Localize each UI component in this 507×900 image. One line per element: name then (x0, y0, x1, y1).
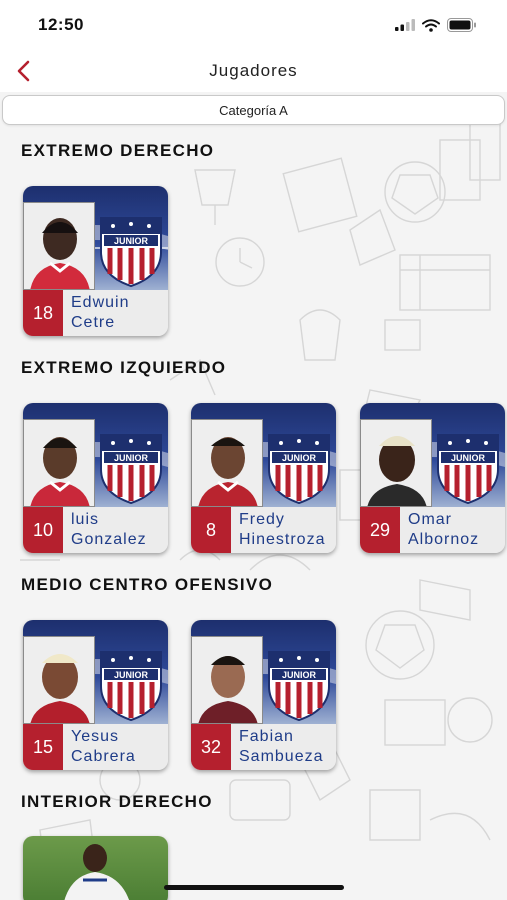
navigation-bar: Jugadores (0, 50, 507, 92)
status-icons (395, 18, 477, 32)
section-title-extremo-izquierdo: EXTREMO IZQUIERDO (21, 358, 227, 377)
junior-crest-icon: JUNIOR (268, 651, 330, 722)
card-footer: 29 Omar Albornoz (360, 507, 505, 553)
player-first-name: Yesus (71, 728, 119, 745)
back-chevron-icon (17, 60, 30, 82)
player-name: Yesus Cabrera (71, 727, 168, 767)
crest-text: JUNIOR (282, 670, 317, 680)
player-first-name: Omar (408, 511, 452, 528)
card-header: JUNIOR (360, 403, 505, 507)
crest-text: JUNIOR (114, 236, 149, 246)
player-last-name: Hinestroza (239, 531, 326, 548)
wifi-icon (422, 18, 440, 32)
player-photo (23, 636, 95, 724)
crest-text: JUNIOR (114, 453, 149, 463)
player-name: Edwuin Cetre (71, 293, 168, 333)
status-bar: 12:50 (0, 0, 507, 50)
player-first-name: Fredy (239, 511, 285, 528)
players-list[interactable]: EXTREMO DERECHO JUNIOR 18 Edwuin Cetre E… (0, 125, 507, 900)
player-first-name: Fabian (239, 728, 294, 745)
category-selector[interactable]: Categoría A (2, 95, 505, 125)
crest-text: JUNIOR (451, 453, 486, 463)
card-header: JUNIOR (191, 620, 336, 724)
player-number: 18 (23, 290, 63, 336)
player-photo (191, 419, 263, 507)
back-button[interactable] (8, 54, 38, 88)
card-header: JUNIOR (191, 403, 336, 507)
player-number: 8 (191, 507, 231, 553)
junior-crest-icon: JUNIOR (100, 651, 162, 722)
junior-crest-icon: JUNIOR (268, 434, 330, 505)
card-footer: 32 Fabian Sambueza (191, 724, 336, 770)
player-photo (23, 419, 95, 507)
player-first-name: luis (71, 511, 100, 528)
crest-text: JUNIOR (114, 670, 149, 680)
player-name: luis Gonzalez (71, 510, 168, 550)
junior-crest-icon: JUNIOR (100, 217, 162, 288)
home-indicator[interactable] (164, 885, 344, 890)
player-photo (360, 419, 432, 507)
category-selected-label: Categoría A (219, 102, 288, 118)
player-first-name: Edwuin (71, 294, 130, 311)
player-last-name: Gonzalez (71, 531, 147, 548)
junior-crest-icon: JUNIOR (437, 434, 499, 505)
player-card[interactable]: JUNIOR 18 Edwuin Cetre (23, 186, 168, 336)
player-card[interactable]: JUNIOR 8 Fredy Hinestroza (191, 403, 336, 553)
card-header: JUNIOR (23, 403, 168, 507)
card-header: JUNIOR (23, 620, 168, 724)
player-last-name: Albornoz (408, 531, 480, 548)
player-number: 32 (191, 724, 231, 770)
player-photo (191, 636, 263, 724)
card-footer: 10 luis Gonzalez (23, 507, 168, 553)
player-number: 29 (360, 507, 400, 553)
player-last-name: Cetre (71, 314, 116, 331)
card-header: JUNIOR (23, 186, 168, 290)
player-photo (64, 844, 130, 900)
player-card[interactable]: JUNIOR 15 Yesus Cabrera (23, 620, 168, 770)
player-number: 15 (23, 724, 63, 770)
status-time: 12:50 (38, 15, 84, 34)
player-number: 10 (23, 507, 63, 553)
card-header (23, 836, 168, 900)
card-footer: 15 Yesus Cabrera (23, 724, 168, 770)
page-title: Jugadores (209, 61, 298, 80)
player-last-name: Sambueza (239, 748, 324, 765)
player-card[interactable]: JUNIOR 32 Fabian Sambueza (191, 620, 336, 770)
player-card[interactable]: JUNIOR 10 luis Gonzalez (23, 403, 168, 553)
section-title-extremo-derecho: EXTREMO DERECHO (21, 141, 215, 160)
cellular-signal-icon (395, 19, 415, 31)
player-photo (23, 202, 95, 290)
player-card[interactable] (23, 836, 168, 900)
player-name: Fabian Sambueza (239, 727, 336, 767)
player-card[interactable]: JUNIOR 29 Omar Albornoz (360, 403, 505, 553)
player-last-name: Cabrera (71, 748, 136, 765)
card-footer: 18 Edwuin Cetre (23, 290, 168, 336)
card-footer: 8 Fredy Hinestroza (191, 507, 336, 553)
player-name: Fredy Hinestroza (239, 510, 336, 550)
junior-crest-icon: JUNIOR (100, 434, 162, 505)
battery-icon (447, 18, 476, 32)
section-title-interior-derecho: INTERIOR DERECHO (21, 792, 213, 811)
section-title-medio-centro-ofensivo: MEDIO CENTRO OFENSIVO (21, 575, 274, 594)
crest-text: JUNIOR (282, 453, 317, 463)
player-name: Omar Albornoz (408, 510, 505, 550)
